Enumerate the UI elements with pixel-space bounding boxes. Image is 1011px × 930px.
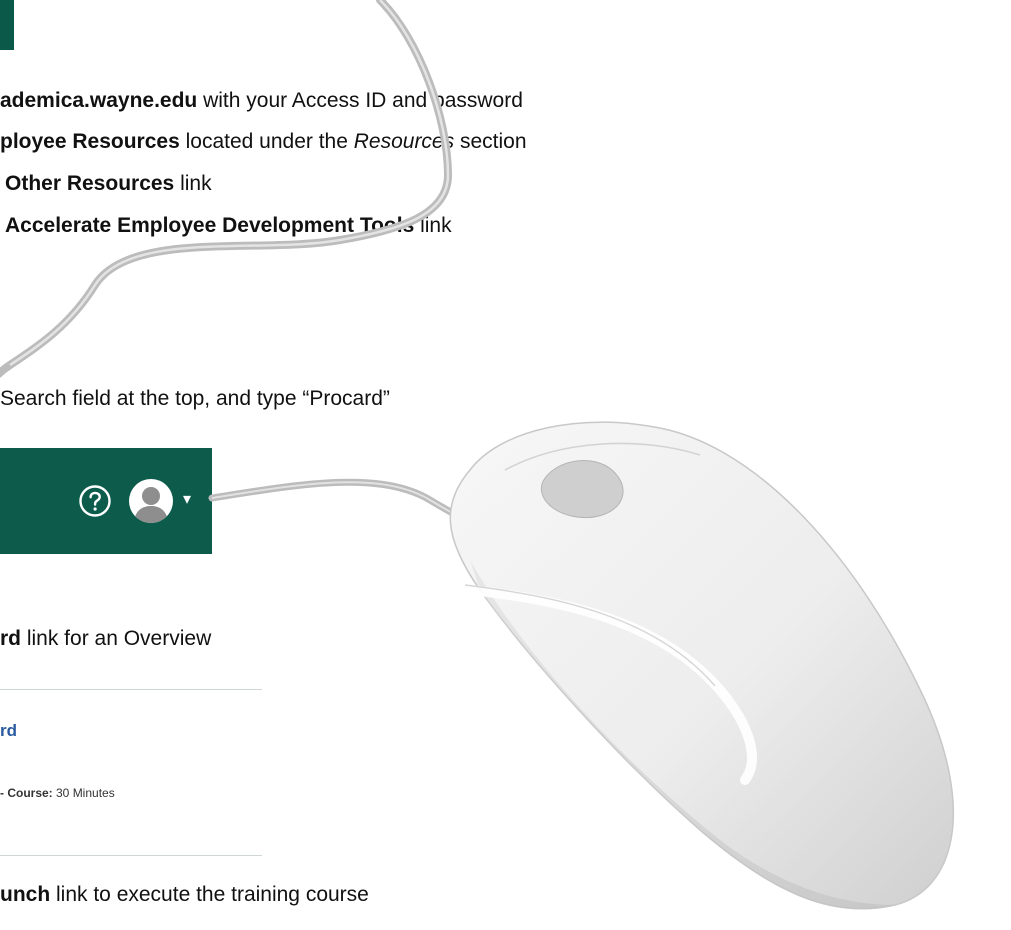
user-menu-caret-icon[interactable]: ▾ [183,490,191,510]
result-divider-top [0,689,262,690]
user-avatar-icon[interactable] [128,478,174,524]
step-employee-resources: ployee Resources located under the Resou… [0,130,527,153]
header-green-block [0,0,14,50]
step-launch-course: unch link to execute the training course [0,883,369,906]
step-procard-overview: rd link for an Overview [0,627,212,650]
step-other-resources: Other Resources link [5,172,212,195]
course-title-link[interactable]: rd [0,720,17,742]
step-login-instruction: ademica.wayne.edu with your Access ID an… [0,89,523,112]
app-header-bar: ▾ [0,448,212,554]
other-resources-label: Other Resources [5,172,175,195]
launch-link-label: unch [0,883,51,906]
step-accelerate-tools: Accelerate Employee Development Tools li… [5,214,452,237]
procard-link-label: rd [0,627,21,650]
employee-resources-label: ployee Resources [0,130,180,153]
academica-url: ademica.wayne.edu [0,89,198,112]
course-duration: - Course: 30 Minutes [0,786,115,800]
help-circle-icon[interactable] [78,484,112,518]
result-divider-bottom [0,855,262,856]
accelerate-tools-label: Accelerate Employee Development Tools [5,214,415,237]
step-search-procard: Search field at the top, and type “Proca… [0,387,390,410]
